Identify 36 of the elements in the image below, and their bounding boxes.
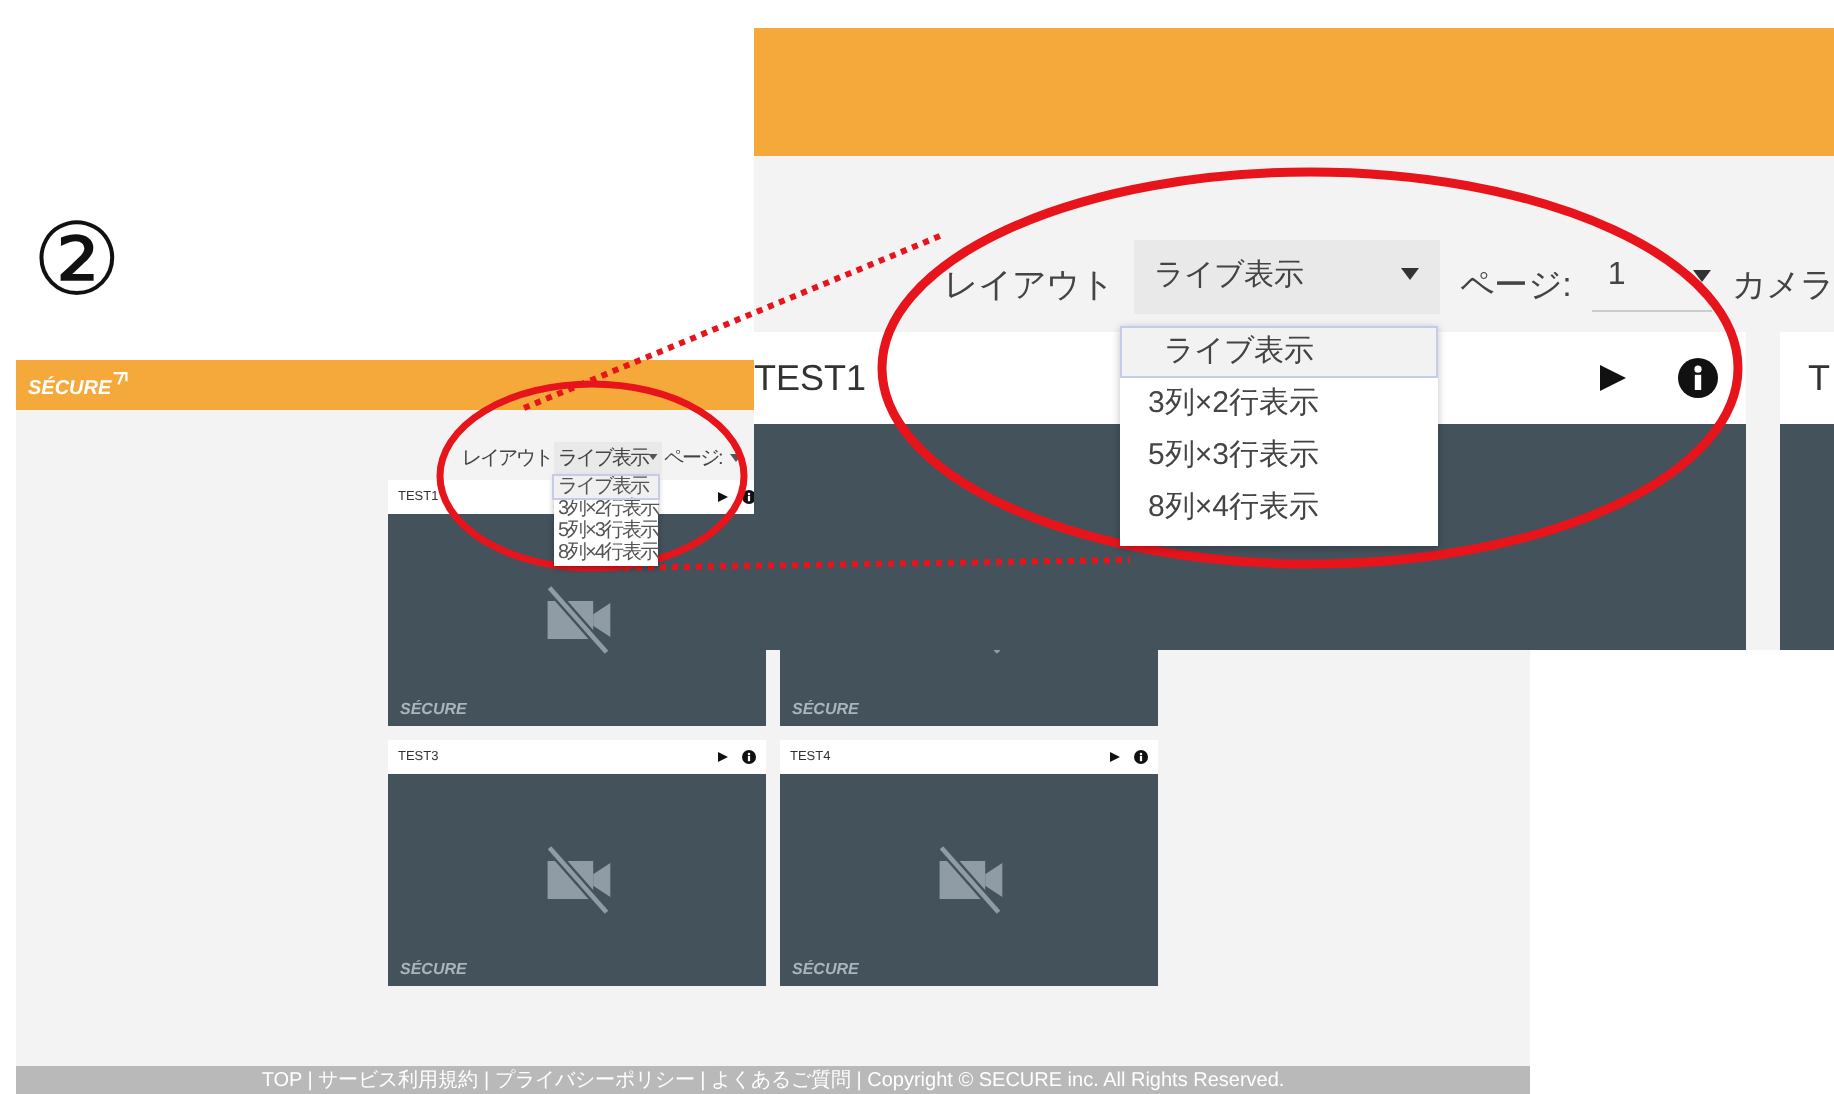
- caret-icon: [1692, 270, 1712, 282]
- caret-icon: [1400, 268, 1421, 280]
- camera-label: カメラ: [1732, 264, 1834, 308]
- footer-links: TOP | サービス利用規約 | プライバシーポリシー | よくあるご質問 | Copyright © SECURE inc. All Rights Reserved.: [261, 1067, 1285, 1094]
- caret-icon: [648, 454, 658, 460]
- menu-option[interactable]: 8列×4行表示: [554, 542, 658, 564]
- menu-option[interactable]: 5列×3行表示: [554, 520, 658, 542]
- info-icon[interactable]: [1134, 750, 1148, 764]
- layout-select[interactable]: ライブ表示: [1134, 240, 1441, 314]
- page-select[interactable]: 1: [1591, 258, 1712, 312]
- menu-option[interactable]: ライブ表示: [554, 476, 658, 498]
- page-label: ページ:: [1460, 264, 1572, 308]
- play-icon[interactable]: [1600, 364, 1626, 392]
- page-label: ページ:: [664, 445, 722, 471]
- info-icon[interactable]: [742, 750, 756, 764]
- camera-title: TEST1: [754, 357, 867, 399]
- caret-icon[interactable]: [729, 453, 742, 461]
- step-number: ②: [32, 202, 122, 320]
- play-icon[interactable]: [1110, 752, 1120, 762]
- play-icon[interactable]: [718, 752, 728, 762]
- menu-option[interactable]: ライブ表示: [1120, 326, 1438, 378]
- play-icon[interactable]: [718, 492, 728, 502]
- menu-option[interactable]: 3列×2行表示: [1120, 378, 1438, 430]
- watermark: SÉCURE: [400, 700, 467, 718]
- layout-label: レイアウト: [944, 264, 1114, 308]
- layout-select[interactable]: ライブ表示: [554, 441, 662, 473]
- watermark: SÉCURE: [792, 700, 859, 718]
- info-icon[interactable]: [1678, 358, 1718, 398]
- menu-option[interactable]: 8列×4行表示: [1120, 482, 1438, 534]
- menu-option[interactable]: 5列×3行表示: [1120, 430, 1438, 482]
- watermark: SÉCURE: [792, 960, 859, 978]
- watermark: SÉCURE: [400, 960, 467, 978]
- logo-mark-icon: [111, 370, 128, 386]
- camera-title: T: [1808, 357, 1830, 399]
- layout-label: レイアウト: [462, 445, 552, 471]
- logo: SÉCURE: [28, 378, 112, 400]
